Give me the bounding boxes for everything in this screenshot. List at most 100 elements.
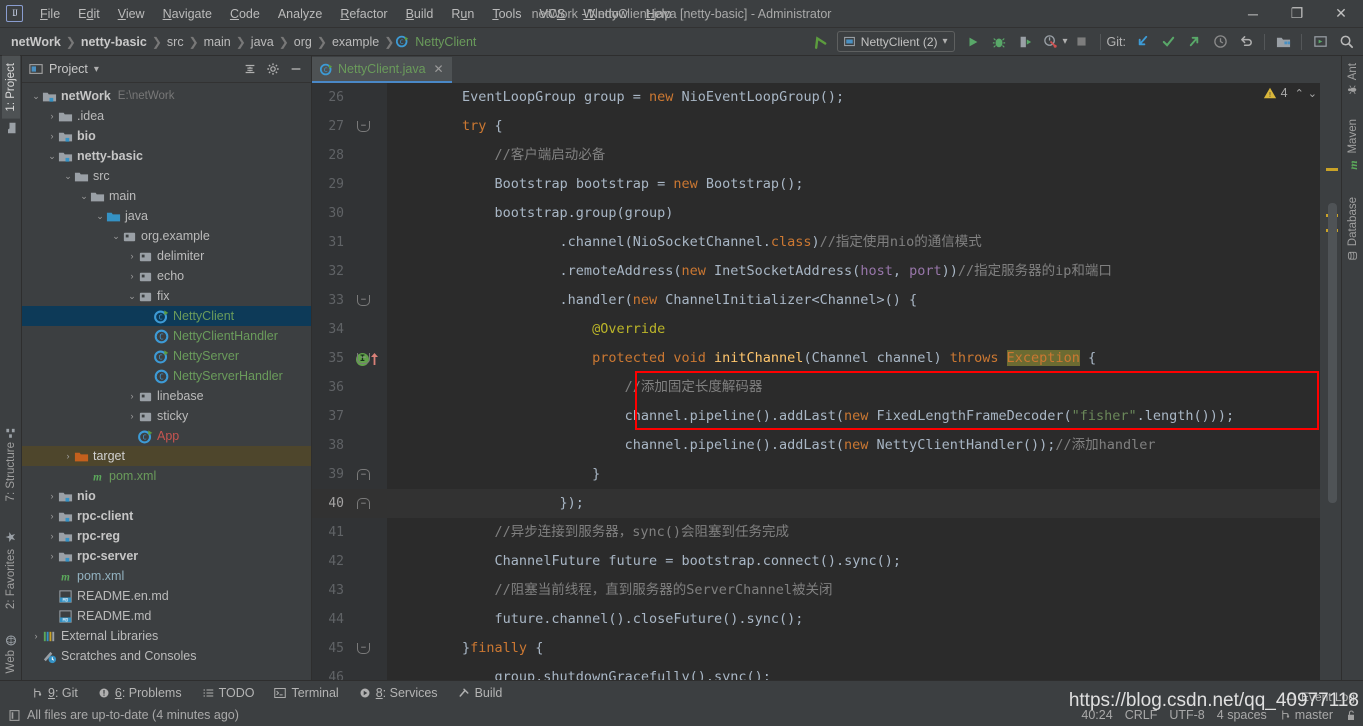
gutter-line-43[interactable]: 43	[312, 576, 387, 605]
settings-gear-icon[interactable]	[262, 58, 284, 80]
editor-scrollbar-rail[interactable]	[1320, 83, 1341, 680]
tree-node-org-example[interactable]: ⌄ org.example	[22, 226, 311, 246]
breadcrumb-item-main[interactable]: main	[201, 34, 234, 50]
tree-node-pom-xml[interactable]: m pom.xml	[22, 466, 311, 486]
tree-node-app[interactable]: C App	[22, 426, 311, 446]
chevron-right-icon[interactable]: ›	[46, 131, 58, 141]
gutter-line-42[interactable]: 42	[312, 547, 387, 576]
tree-node-echo[interactable]: › echo	[22, 266, 311, 286]
chevron-down-icon[interactable]: ▾	[94, 64, 99, 75]
chevron-down-icon[interactable]: ⌄	[30, 91, 42, 102]
breadcrumb-item-org[interactable]: org	[291, 34, 315, 50]
chevron-right-icon[interactable]: ›	[126, 411, 138, 421]
update-project-icon[interactable]	[1130, 31, 1154, 53]
hide-icon[interactable]	[285, 58, 307, 80]
inspection-widget[interactable]: ! 4 ⌃ ⌄	[1263, 86, 1317, 100]
code-line-46[interactable]: group.shutdownGracefully().sync();	[387, 663, 1320, 680]
tree-node-nettyserver[interactable]: C NettyServer	[22, 346, 311, 366]
tree-node-linebase[interactable]: › linebase	[22, 386, 311, 406]
caret-position[interactable]: 40:24	[1081, 708, 1112, 722]
gutter-line-26[interactable]: 26	[312, 83, 387, 112]
gutter-line-34[interactable]: 34	[312, 315, 387, 344]
vertical-scrollbar-thumb[interactable]	[1328, 203, 1337, 503]
gutter-line-39[interactable]: 39 −	[312, 460, 387, 489]
tree-node-nettyclienthandler[interactable]: C NettyClientHandler	[22, 326, 311, 346]
gutter-line-27[interactable]: 27 −	[312, 112, 387, 141]
gutter-line-32[interactable]: 32	[312, 257, 387, 286]
sidebar-item-favorites[interactable]: 2: Favorites ★	[2, 522, 20, 616]
bottom-tab-todo[interactable]: TODO	[193, 684, 264, 702]
menu-file[interactable]: File	[31, 3, 69, 25]
code-line-29[interactable]: Bootstrap bootstrap = new Bootstrap();	[387, 170, 1320, 199]
chevron-down-icon[interactable]: ⌄	[110, 231, 122, 242]
menu-view[interactable]: View	[109, 3, 154, 25]
chevron-right-icon[interactable]: ›	[46, 491, 58, 501]
bottom-tab-problems[interactable]: 6: Problems	[89, 684, 191, 702]
chevron-right-icon[interactable]: ›	[46, 531, 58, 541]
tree-node-target[interactable]: › target	[22, 446, 311, 466]
menu-code[interactable]: Code	[221, 3, 269, 25]
gutter-line-46[interactable]: 46	[312, 663, 387, 680]
code-line-32[interactable]: .remoteAddress(new InetSocketAddress(hos…	[387, 257, 1320, 286]
code-line-37[interactable]: channel.pipeline().addLast(new FixedLeng…	[387, 402, 1320, 431]
chevron-down-icon[interactable]: ⌄	[94, 211, 106, 222]
chevron-down-icon[interactable]: ⌄	[78, 191, 90, 202]
debug-icon[interactable]	[987, 31, 1011, 53]
file-encoding[interactable]: UTF-8	[1169, 708, 1204, 722]
tree-node-src[interactable]: ⌄ src	[22, 166, 311, 186]
gutter-line-33[interactable]: 33 −	[312, 286, 387, 315]
close-icon[interactable]: ✕	[434, 62, 444, 76]
tree-node-nio[interactable]: › nio	[22, 486, 311, 506]
event-log-widget[interactable]: Event Log	[1285, 690, 1355, 704]
stop-icon[interactable]	[1070, 31, 1094, 53]
code-line-31[interactable]: .channel(NioSocketChannel.class)//指定使用ni…	[387, 228, 1320, 257]
next-problem-icon[interactable]: ⌄	[1308, 87, 1317, 100]
gutter-line-44[interactable]: 44	[312, 605, 387, 634]
sidebar-item-structure[interactable]: 7: Structure	[2, 420, 20, 508]
tree-node-java[interactable]: ⌄ java	[22, 206, 311, 226]
sidebar-item-database[interactable]: Database	[1344, 190, 1362, 268]
project-structure-icon[interactable]	[1271, 31, 1295, 53]
code-line-34[interactable]: @Override	[387, 315, 1320, 344]
sidebar-item-maven[interactable]: m Maven	[1344, 112, 1362, 180]
back-arrow-icon[interactable]	[807, 31, 831, 53]
fold-collapse-icon[interactable]: −	[357, 469, 370, 480]
tree-node-scratches-and-consoles[interactable]: Scratches and Consoles	[22, 646, 311, 666]
tree-node-nettyserverhandler[interactable]: C NettyServerHandler	[22, 366, 311, 386]
sidebar-item-web[interactable]: Web	[2, 627, 20, 680]
bottom-tab-build[interactable]: Build	[449, 684, 512, 702]
tree-node-delimiter[interactable]: › delimiter	[22, 246, 311, 266]
close-button[interactable]: ✕	[1319, 0, 1363, 27]
run-configuration-selector[interactable]: NettyClient (2) ▾	[836, 31, 955, 52]
fold-expand-icon[interactable]: −	[357, 353, 370, 364]
menu-window[interactable]: Window	[574, 3, 636, 25]
menu-run[interactable]: Run	[442, 3, 483, 25]
tree-node-network[interactable]: ⌄ netWork E:\netWork	[22, 86, 311, 106]
gutter-line-36[interactable]: 36	[312, 373, 387, 402]
prev-problem-icon[interactable]: ⌃	[1295, 87, 1304, 100]
menu-edit[interactable]: Edit	[69, 3, 109, 25]
warning-marker[interactable]	[1326, 168, 1338, 171]
fold-collapse-icon[interactable]: −	[357, 498, 370, 509]
rollback-icon[interactable]	[1234, 31, 1258, 53]
code-line-41[interactable]: //异步连接到服务器，sync()会阻塞到任务完成	[387, 518, 1320, 547]
menu-refactor[interactable]: Refactor	[331, 3, 396, 25]
code-line-38[interactable]: channel.pipeline().addLast(new NettyClie…	[387, 431, 1320, 460]
run-icon[interactable]	[961, 31, 985, 53]
profile-dropdown-caret[interactable]: ▾	[1063, 36, 1068, 47]
tree-node-nettyclient[interactable]: C NettyClient	[22, 306, 311, 326]
commit-icon[interactable]	[1156, 31, 1180, 53]
gutter-line-29[interactable]: 29	[312, 170, 387, 199]
tree-node-rpc-server[interactable]: › rpc-server	[22, 546, 311, 566]
select-target-icon[interactable]	[1308, 31, 1332, 53]
code-line-35[interactable]: protected void initChannel(Channel chann…	[387, 344, 1320, 373]
code-line-27[interactable]: try {	[387, 112, 1320, 141]
tree-node-netty-basic[interactable]: ⌄ netty-basic	[22, 146, 311, 166]
git-branch-widget[interactable]: master	[1279, 708, 1333, 722]
chevron-down-icon[interactable]: ⌄	[126, 291, 138, 302]
menu-vcs[interactable]: VCS	[531, 3, 575, 25]
breadcrumb-item-src[interactable]: src	[164, 34, 187, 50]
gutter-line-41[interactable]: 41	[312, 518, 387, 547]
gutter-line-38[interactable]: 38	[312, 431, 387, 460]
breadcrumb-item-java[interactable]: java	[248, 34, 277, 50]
